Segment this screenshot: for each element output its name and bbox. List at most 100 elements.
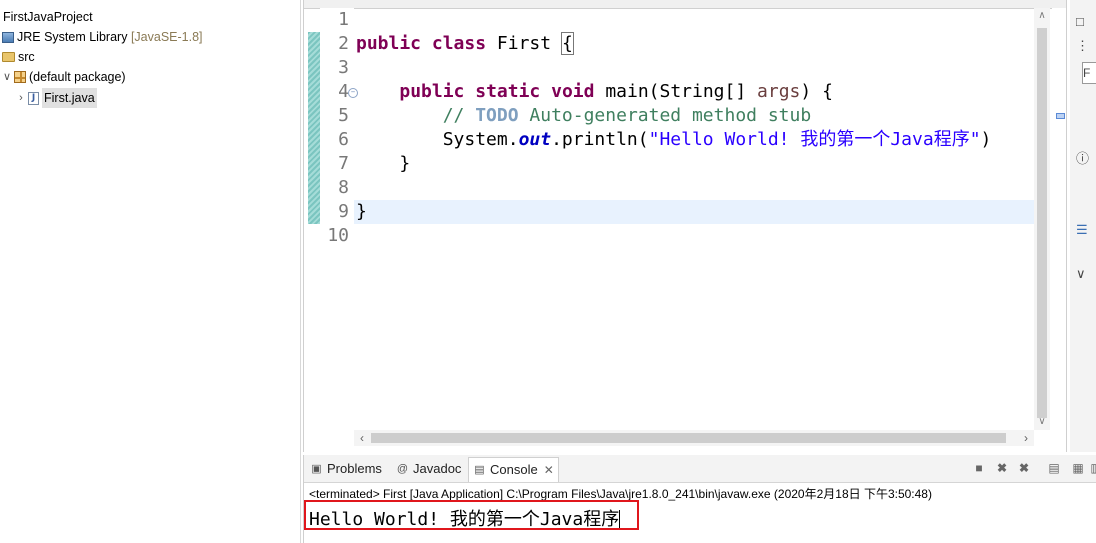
task-marker-icon[interactable] bbox=[1056, 113, 1065, 119]
tree-item-label: src bbox=[18, 50, 35, 64]
code-area[interactable]: public class First { public static void … bbox=[354, 8, 1049, 430]
console-tab-bar: ▣ Problems @ Javadoc ▤ Console ✕ ■ ✖ ✖ ▤… bbox=[304, 455, 1096, 483]
todo-tag: TODO bbox=[475, 105, 519, 126]
close-icon[interactable]: ✕ bbox=[544, 458, 554, 482]
code-line-4: public static void main(String[] args) { bbox=[354, 80, 1049, 104]
line-number: 9 bbox=[338, 201, 349, 222]
java-file-icon: J bbox=[28, 91, 39, 105]
tab-problems[interactable]: ▣ Problems bbox=[306, 457, 386, 481]
keyword: void bbox=[551, 81, 595, 102]
line-number: 8 bbox=[338, 177, 349, 198]
more-options-icon[interactable]: ⋮ bbox=[1076, 38, 1089, 54]
package-icon bbox=[14, 71, 26, 83]
parameter: args bbox=[757, 81, 801, 102]
tree-item-version: [JavaSE-1.8] bbox=[130, 30, 203, 44]
at-icon: @ bbox=[396, 463, 409, 475]
line-number: 10 bbox=[327, 225, 349, 246]
code-text: ) { bbox=[800, 81, 833, 102]
scroll-down-icon[interactable]: ∨ bbox=[1034, 414, 1050, 430]
horizontal-scroll-thumb[interactable] bbox=[371, 433, 1006, 443]
info-icon[interactable]: ⓘ bbox=[1076, 148, 1089, 167]
tree-item-default-package[interactable]: ∨ (default package) bbox=[0, 67, 126, 87]
problems-icon: ▣ bbox=[311, 463, 322, 475]
tree-item-label: JRE System Library bbox=[17, 30, 128, 44]
method-signature: main(String[] bbox=[605, 81, 747, 102]
tree-item-jre-library[interactable]: JRE System Library [JavaSE-1.8] bbox=[2, 27, 203, 47]
keyword: public bbox=[356, 33, 422, 54]
line-number: 7 bbox=[338, 153, 349, 174]
tree-item-label: First.java bbox=[42, 88, 97, 108]
console-icon: ▤ bbox=[474, 464, 485, 476]
scroll-right-icon[interactable]: › bbox=[1018, 430, 1034, 446]
tab-console[interactable]: ▤ Console ✕ bbox=[468, 457, 559, 482]
line-number: 1 bbox=[338, 9, 349, 30]
tab-label: Problems bbox=[327, 461, 382, 476]
code-line-5: // TODO Auto-generated method stub bbox=[354, 104, 1049, 128]
chevron-right-icon[interactable]: › bbox=[14, 88, 28, 108]
code-line-7: } bbox=[354, 152, 1049, 176]
code-text: } bbox=[356, 201, 367, 222]
code-line-2: public class First { bbox=[354, 32, 1049, 56]
change-ruler bbox=[308, 32, 320, 224]
keyword: static bbox=[475, 81, 541, 102]
scroll-lock-icon[interactable]: ▦ bbox=[1070, 460, 1086, 476]
console-view: ▣ Problems @ Javadoc ▤ Console ✕ ■ ✖ ✖ ▤… bbox=[303, 455, 1096, 543]
code-text: ) bbox=[980, 129, 992, 150]
comment: Auto-generated method stub bbox=[518, 105, 812, 126]
line-number: 2 bbox=[338, 33, 349, 54]
horizontal-scrollbar[interactable]: ‹ › bbox=[354, 430, 1034, 446]
keyword: public bbox=[399, 81, 465, 102]
find-field-icon[interactable]: F bbox=[1082, 62, 1096, 84]
line-number-with-fold: 4− bbox=[320, 80, 358, 104]
tree-item-first-java[interactable]: › J First.java bbox=[14, 88, 97, 108]
console-output[interactable]: Hello World! 我的第一个Java程序 bbox=[309, 505, 621, 531]
string-literal: "Hello World! 我的第一个Java程序" bbox=[648, 129, 981, 150]
word-wrap-icon[interactable]: ▥ bbox=[1088, 460, 1096, 476]
line-number: 6 bbox=[338, 129, 349, 150]
library-icon bbox=[2, 31, 14, 43]
tree-item-project[interactable]: FirstJavaProject bbox=[3, 7, 93, 27]
code-text: .println( bbox=[551, 129, 649, 150]
text-caret bbox=[619, 510, 621, 528]
line-number: 3 bbox=[338, 57, 349, 78]
chevron-down-icon[interactable]: ∨ bbox=[0, 67, 14, 87]
line-number-ruler: 1 2 3 4− 5 6 7 8 9 10 bbox=[320, 8, 358, 430]
vertical-scroll-thumb[interactable] bbox=[1037, 28, 1047, 418]
keyword: class bbox=[431, 33, 487, 54]
tab-label: Console bbox=[490, 462, 538, 477]
remove-launch-icon[interactable]: ✖ bbox=[994, 460, 1010, 476]
chevron-down-icon[interactable]: ∨ bbox=[1076, 266, 1086, 282]
static-field: out bbox=[518, 129, 552, 150]
scroll-left-icon[interactable]: ‹ bbox=[354, 430, 370, 446]
package-explorer: FirstJavaProject JRE System Library [Jav… bbox=[0, 0, 301, 543]
outline-panel-strip: □ ⋮ F ⓘ ☰ ∨ bbox=[1070, 0, 1096, 452]
code-text: } bbox=[399, 153, 411, 174]
tree-item-label: FirstJavaProject bbox=[3, 10, 93, 24]
code-line-9: } bbox=[354, 200, 1049, 224]
comment: // bbox=[442, 105, 476, 126]
stop-icon[interactable]: ■ bbox=[971, 460, 987, 476]
clipboard-icon[interactable]: □ bbox=[1076, 14, 1084, 29]
tab-label: Javadoc bbox=[413, 461, 462, 476]
output-text: Hello World! 我的第一个Java程序 bbox=[309, 509, 620, 530]
matching-brace: { bbox=[560, 32, 574, 55]
source-folder-icon bbox=[2, 52, 15, 62]
clear-console-icon[interactable]: ▤ bbox=[1046, 460, 1062, 476]
class-name: First bbox=[496, 33, 552, 54]
code-editor[interactable]: 1 2 3 4− 5 6 7 8 9 10 public class First… bbox=[303, 0, 1067, 452]
remove-all-launches-icon[interactable]: ✖ bbox=[1016, 460, 1032, 476]
tree-item-src[interactable]: src bbox=[2, 47, 35, 67]
outline-tree-icon[interactable]: ☰ bbox=[1076, 222, 1088, 238]
scroll-up-icon[interactable]: ∧ bbox=[1034, 8, 1050, 24]
code-text: System. bbox=[442, 129, 519, 150]
line-number: 5 bbox=[338, 105, 349, 126]
vertical-scrollbar[interactable]: ∧ ∨ bbox=[1034, 8, 1050, 430]
tree-item-label: (default package) bbox=[29, 70, 126, 84]
overview-ruler[interactable] bbox=[1052, 8, 1066, 448]
tab-javadoc[interactable]: @ Javadoc bbox=[392, 457, 465, 481]
code-line-6: System.out.println("Hello World! 我的第一个Ja… bbox=[354, 128, 1049, 152]
